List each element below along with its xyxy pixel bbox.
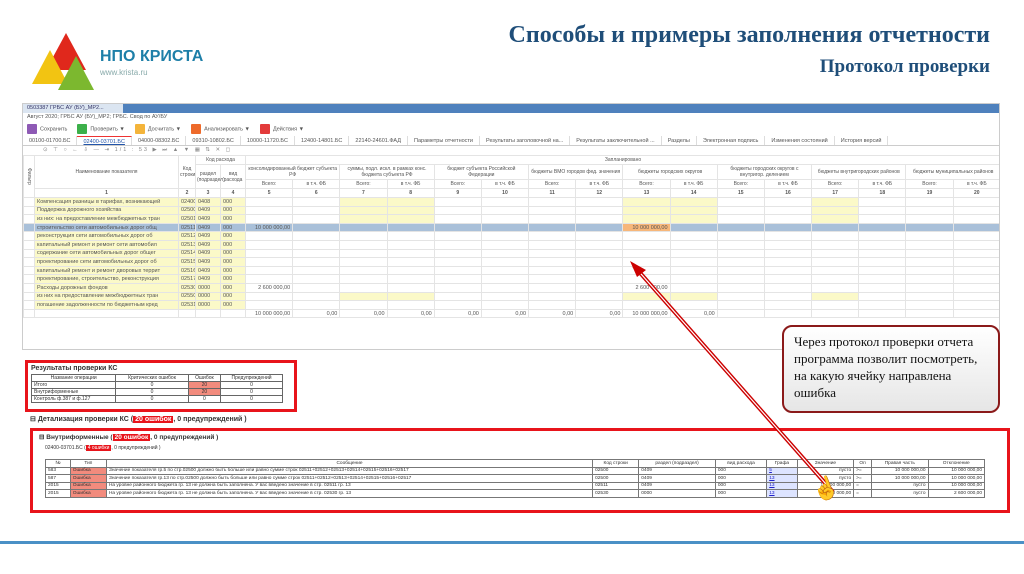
pointer-arrow: [630, 261, 835, 494]
footer-line: [0, 541, 1024, 544]
callout-note: Через протокол проверки отчета программа…: [782, 325, 1000, 413]
